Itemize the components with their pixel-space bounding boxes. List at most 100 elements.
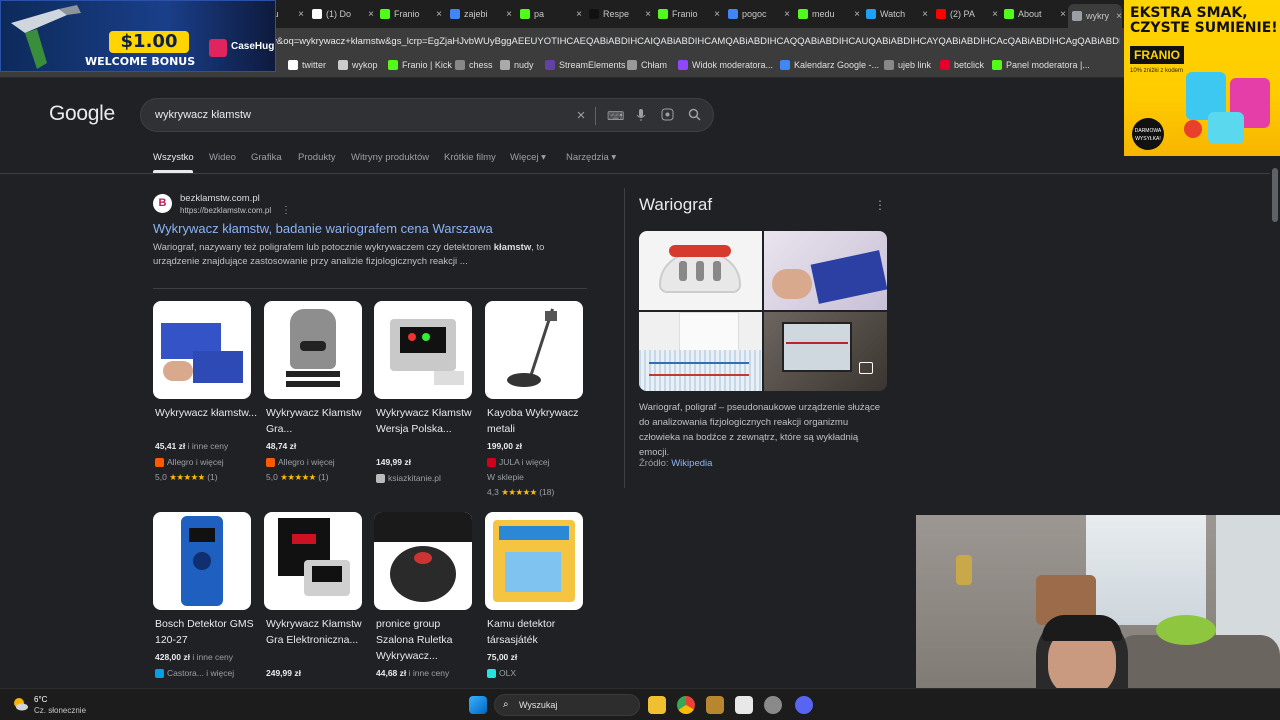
kp-image-lie-detector-toy[interactable] [639,231,762,310]
kp-image-device-hand[interactable] [764,231,887,310]
filter-tab[interactable]: Krótkie filmy [444,152,496,163]
tab-close-icon[interactable]: × [506,9,512,20]
search-box[interactable]: wykrywacz kłamstw × ⌨ [140,98,714,132]
tab-close-icon[interactable]: × [922,9,928,20]
tab-close-icon[interactable]: × [436,9,442,20]
filter-tab[interactable]: Grafika [251,152,282,163]
filter-tab[interactable]: Witryny produktów [351,152,429,163]
casehug-ad-banner[interactable]: $1.00 WELCOME BONUS CaseHug [0,0,276,72]
product-title[interactable]: Wykrywacz Kłamstw Wersja Polska... [376,405,480,437]
bookmark-item[interactable]: Widok moderatora... [678,60,773,70]
bookmark-item[interactable]: Chłam [627,60,667,70]
product-image[interactable] [374,512,472,610]
result-url[interactable]: https://bezklamstw.com.pl [180,206,271,215]
windows-start-icon[interactable] [469,696,487,714]
weather-description[interactable]: Cz. słonecznie [34,706,86,715]
knowledge-image-grid[interactable] [639,231,887,391]
filter-tab[interactable]: Wszystko [153,152,194,163]
lens-icon[interactable] [659,108,675,124]
browser-tab[interactable]: About × [1000,4,1066,24]
taskbar-search[interactable]: ⌕ Wyszukaj [494,694,640,716]
product-image[interactable] [485,512,583,610]
browser-tab[interactable]: zajebi × [446,4,512,24]
tab-close-icon[interactable]: × [368,9,374,20]
browser-tab[interactable]: (2) PA × [932,4,998,24]
tab-close-icon[interactable]: × [854,9,860,20]
bookmark-item[interactable]: wykop [338,60,378,70]
product-title[interactable]: Kamu detektor társasjáték [487,616,591,648]
filter-tab[interactable]: Więcej ▾ [510,152,546,163]
chrome-icon[interactable] [677,696,695,714]
product-title[interactable]: Bosch Detektor GMS 120-27 [155,616,259,648]
result-menu-icon[interactable]: ⋮ [281,205,291,216]
bookmark-label: Panel moderatora |... [1006,60,1090,70]
knowledge-menu-icon[interactable]: ⋮ [874,198,886,212]
product-image[interactable] [374,301,472,399]
scroll-thumb[interactable] [1272,168,1278,222]
keyboard-icon[interactable]: ⌨ [607,108,624,124]
product-title[interactable]: Kayoba Wykrywacz metali [487,405,591,437]
product-image[interactable] [264,512,362,610]
product-title[interactable]: Wykrywacz kłamstw... [155,405,259,421]
product-title[interactable]: Wykrywacz Kłamstw Gra Elektroniczna... [266,616,370,648]
filter-tab[interactable]: Produkty [298,152,336,163]
franio-ad-banner[interactable]: EKSTRA SMAK, CZYSTE SUMIENIE! FRANIO 10%… [1124,0,1280,156]
tab-close-icon[interactable]: × [576,9,582,20]
browser-tab[interactable]: Franio × [376,4,442,24]
result-title-link[interactable]: Wykrywacz kłamstw, badanie wariografem c… [153,221,493,236]
browser-tab[interactable]: Watch × [862,4,928,24]
tab-close-icon[interactable]: × [298,9,304,20]
filter-tab[interactable]: Narzędzia ▾ [566,152,616,163]
tab-close-icon[interactable]: × [992,9,998,20]
search-icon[interactable] [686,108,702,124]
tab-close-icon[interactable]: × [1116,11,1122,22]
bookmark-item[interactable]: chess [455,60,493,70]
bookmark-item[interactable]: Panel moderatora |... [992,60,1090,70]
google-logo[interactable]: Google [49,102,115,126]
product-image[interactable] [153,512,251,610]
file-explorer-icon[interactable] [648,696,666,714]
product-title[interactable]: pronice group Szalona Ruletka Wykrywacz.… [376,616,480,664]
weather-temperature[interactable]: 6°C [34,695,47,704]
bookmark-item[interactable]: StreamElements [545,60,626,70]
product-image[interactable] [153,301,251,399]
tab-close-icon[interactable]: × [714,9,720,20]
bookmark-item[interactable]: betclick [940,60,984,70]
tab-close-icon[interactable]: × [645,9,651,20]
bookmark-item[interactable]: ujeb link [884,60,931,70]
filter-tab[interactable]: Wideo [209,152,236,163]
bookmark-item[interactable]: twitter [288,60,326,70]
settings-gear-icon[interactable] [764,696,782,714]
product-image[interactable] [264,301,362,399]
product-image-shape [374,512,472,542]
discord-icon[interactable] [795,696,813,714]
browser-tab[interactable]: wykry × [1068,4,1122,28]
product-title[interactable]: Wykrywacz Kłamstw Gra... [266,405,370,437]
clear-icon[interactable]: × [573,108,589,124]
product-price: 45,41 zł i inne ceny [155,441,228,451]
browser-tab[interactable]: pa × [516,4,582,24]
browser-tab[interactable]: Respe × [585,4,651,24]
tab-close-icon[interactable]: × [784,9,790,20]
bookmark-item[interactable]: nudy [500,60,534,70]
product-image[interactable] [485,301,583,399]
browser-tab[interactable]: medu × [794,4,860,24]
app-icon[interactable] [706,696,724,714]
search-input[interactable]: wykrywacz kłamstw [155,109,251,121]
tab-close-icon[interactable]: × [1060,9,1066,20]
result-site-name[interactable]: bezklamstw.com.pl [180,193,260,204]
tab-favicon-icon [728,9,738,19]
kp-image-laptop-session[interactable] [764,312,887,391]
bookmark-item[interactable]: Kalendarz Google -... [780,60,879,70]
kp-image-polygraph-chart[interactable] [639,312,762,391]
browser-tab[interactable]: Franio × [654,4,720,24]
bookmark-item[interactable]: Franio | Kick [388,60,452,70]
wikipedia-link[interactable]: Wikipedia [671,458,712,469]
microphone-icon[interactable] [633,108,649,124]
address-bar[interactable]: w&oq=wykrywacz+kłamstw&gs_lcrp=EgZjaHJvb… [270,32,1120,52]
browser-tab[interactable]: pogoc × [724,4,790,24]
bookmark-icon [338,60,348,70]
product-image-shape [434,371,464,385]
app-icon[interactable] [735,696,753,714]
browser-tab[interactable]: (1) Do × [308,4,374,24]
